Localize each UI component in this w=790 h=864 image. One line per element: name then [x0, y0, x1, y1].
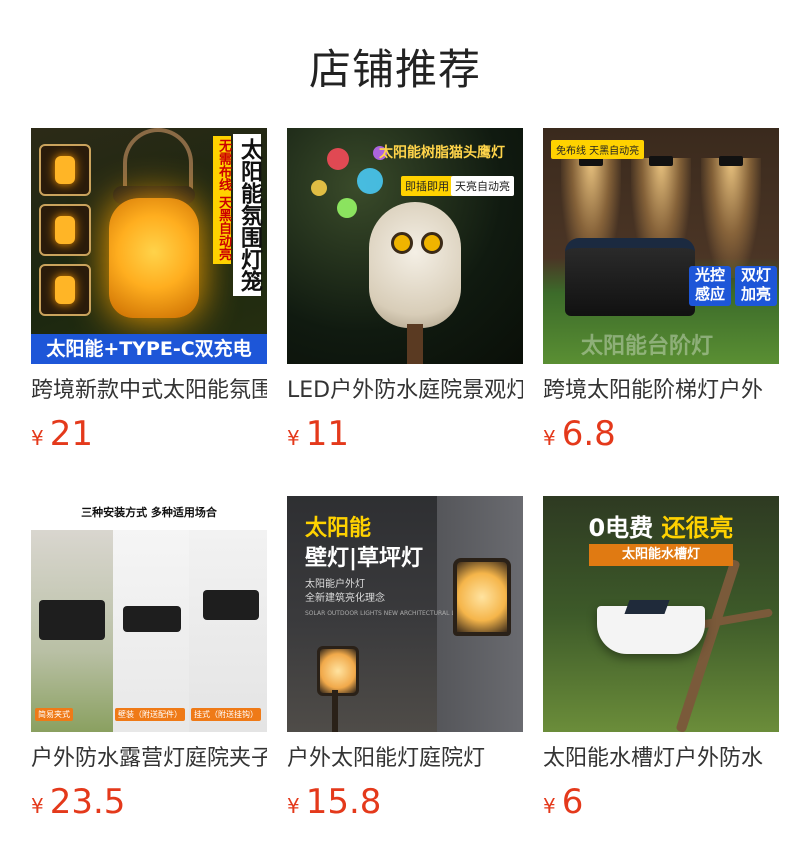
step-lamp-icon [649, 156, 673, 166]
product-image[interactable]: 无需布线 天黑自动亮 太阳能氛围灯笼 太阳能+TYPE-C双充电 [31, 128, 267, 364]
product-price: ¥23.5 [31, 782, 267, 822]
page-title: 店铺推荐 [308, 45, 481, 94]
caption-line: 全新建筑亮化理念 [305, 593, 385, 604]
product-image[interactable]: 免布线 天黑自动亮 光控感应 双灯加亮 太阳能台阶灯 [543, 128, 779, 364]
price-value: 23.5 [49, 782, 126, 822]
product-card[interactable]: 太阳能树脂猫头鹰灯 即插即用 天亮自动亮 LED户外防水庭院景观灯 ¥11 [287, 128, 523, 454]
product-card[interactable]: 0电费 还很亮 太阳能水槽灯 太阳能水槽灯户外防水 ¥6 [543, 496, 779, 822]
product-price: ¥21 [31, 414, 267, 454]
variant-thumb [39, 204, 91, 256]
currency-symbol: ¥ [543, 426, 556, 450]
product-card[interactable]: 三种安装方式 多种适用场合 简易夹式 壁装（附送配件） 挂式（附送挂钩） 户外防… [31, 496, 267, 822]
image-bottom-bar: 太阳能+TYPE-C双充电 [31, 334, 267, 364]
product-price: ¥6 [543, 782, 779, 822]
headline-white: 0电费 [588, 514, 654, 542]
image-caption: 太阳能户外灯 全新建筑亮化理念 [305, 578, 385, 606]
image-headline: 太阳能 [305, 516, 372, 541]
product-image[interactable]: 0电费 还很亮 太阳能水槽灯 [543, 496, 779, 732]
image-label: 挂式（附送挂钩） [191, 708, 261, 721]
product-card[interactable]: 免布线 天黑自动亮 光控感应 双灯加亮 太阳能台阶灯 跨境太阳能阶梯灯户外 ¥6… [543, 128, 779, 454]
step-lamp-icon [719, 156, 743, 166]
solar-panel [624, 600, 670, 614]
caption-line: 太阳能户外灯 [305, 579, 365, 590]
price-value: 6 [561, 782, 584, 822]
product-name[interactable]: 户外太阳能灯庭院灯 [287, 744, 523, 774]
image-badge: 光控感应 [689, 266, 731, 306]
currency-symbol: ¥ [287, 794, 300, 818]
solar-lamp-icon [565, 238, 695, 316]
owl-eye [421, 232, 443, 254]
lawn-lamp-icon [317, 646, 359, 696]
image-tag: 即插即用 [401, 176, 453, 196]
price-value: 11 [305, 414, 349, 454]
product-image[interactable]: 三种安装方式 多种适用场合 简易夹式 壁装（附送配件） 挂式（附送挂钩） [31, 496, 267, 732]
headline-yellow: 还很亮 [661, 514, 734, 542]
image-label: 壁装（附送配件） [115, 708, 185, 721]
currency-symbol: ¥ [287, 426, 300, 450]
clip-lamp-icon [39, 600, 105, 640]
image-headline: 太阳能氛围灯笼 [233, 134, 262, 296]
variant-thumb [39, 264, 91, 316]
lamp-pole [332, 690, 338, 732]
clip-lamp-icon [123, 606, 181, 632]
product-name[interactable]: 太阳能水槽灯户外防水 [543, 744, 779, 774]
product-image[interactable]: 太阳能树脂猫头鹰灯 即插即用 天亮自动亮 [287, 128, 523, 364]
price-value: 21 [49, 414, 93, 454]
image-headline: 太阳能树脂猫头鹰灯 [379, 145, 505, 161]
product-price: ¥15.8 [287, 782, 523, 822]
lamp-post [407, 324, 423, 364]
variant-thumb [39, 144, 91, 196]
image-headline: 三种安装方式 多种适用场合 [31, 496, 267, 530]
bokeh-light [357, 168, 383, 194]
currency-symbol: ¥ [31, 794, 44, 818]
product-name[interactable]: 跨境新款中式太阳能氛围灯笼 [31, 376, 267, 406]
product-price: ¥6.8 [543, 414, 779, 454]
product-card[interactable]: 无需布线 天黑自动亮 太阳能氛围灯笼 太阳能+TYPE-C双充电 跨境新款中式太… [31, 128, 267, 454]
wall-lamp-icon [453, 558, 511, 636]
currency-symbol: ¥ [31, 426, 44, 450]
product-name[interactable]: 跨境太阳能阶梯灯户外 [543, 376, 779, 406]
price-value: 15.8 [305, 782, 382, 822]
bokeh-light [327, 148, 349, 170]
image-subtitle: 无需布线 天黑自动亮 [213, 136, 231, 264]
image-tag: 免布线 天黑自动亮 [551, 140, 645, 159]
bokeh-light [337, 198, 357, 218]
image-headline: 0电费 还很亮 [543, 508, 779, 543]
lantern-rope [123, 128, 193, 194]
product-card[interactable]: 太阳能 壁灯|草坪灯 太阳能户外灯 全新建筑亮化理念 SOLAR OUTDOOR… [287, 496, 523, 822]
product-name[interactable]: 户外防水露营灯庭院夹子灯 [31, 744, 267, 774]
image-badge: 双灯加亮 [735, 266, 777, 306]
owl-eye [391, 232, 413, 254]
image-panel [189, 530, 267, 732]
image-tag: 天亮自动亮 [451, 176, 514, 196]
product-image[interactable]: 太阳能 壁灯|草坪灯 太阳能户外灯 全新建筑亮化理念 SOLAR OUTDOOR… [287, 496, 523, 732]
currency-symbol: ¥ [543, 794, 556, 818]
product-price: ¥11 [287, 414, 523, 454]
clip-lamp-icon [203, 590, 259, 620]
product-name[interactable]: LED户外防水庭院景观灯 [287, 376, 523, 406]
image-label: 简易夹式 [35, 708, 73, 721]
image-subheadline: 壁灯|草坪灯 [305, 546, 424, 571]
lantern-icon [109, 198, 199, 318]
light-beam [701, 158, 761, 278]
owl-lamp-icon [369, 202, 461, 328]
price-value: 6.8 [561, 414, 616, 454]
bokeh-light [311, 180, 327, 196]
image-ribbon: 太阳能水槽灯 [589, 544, 733, 566]
image-watermark: 太阳能台阶灯 [581, 334, 714, 359]
